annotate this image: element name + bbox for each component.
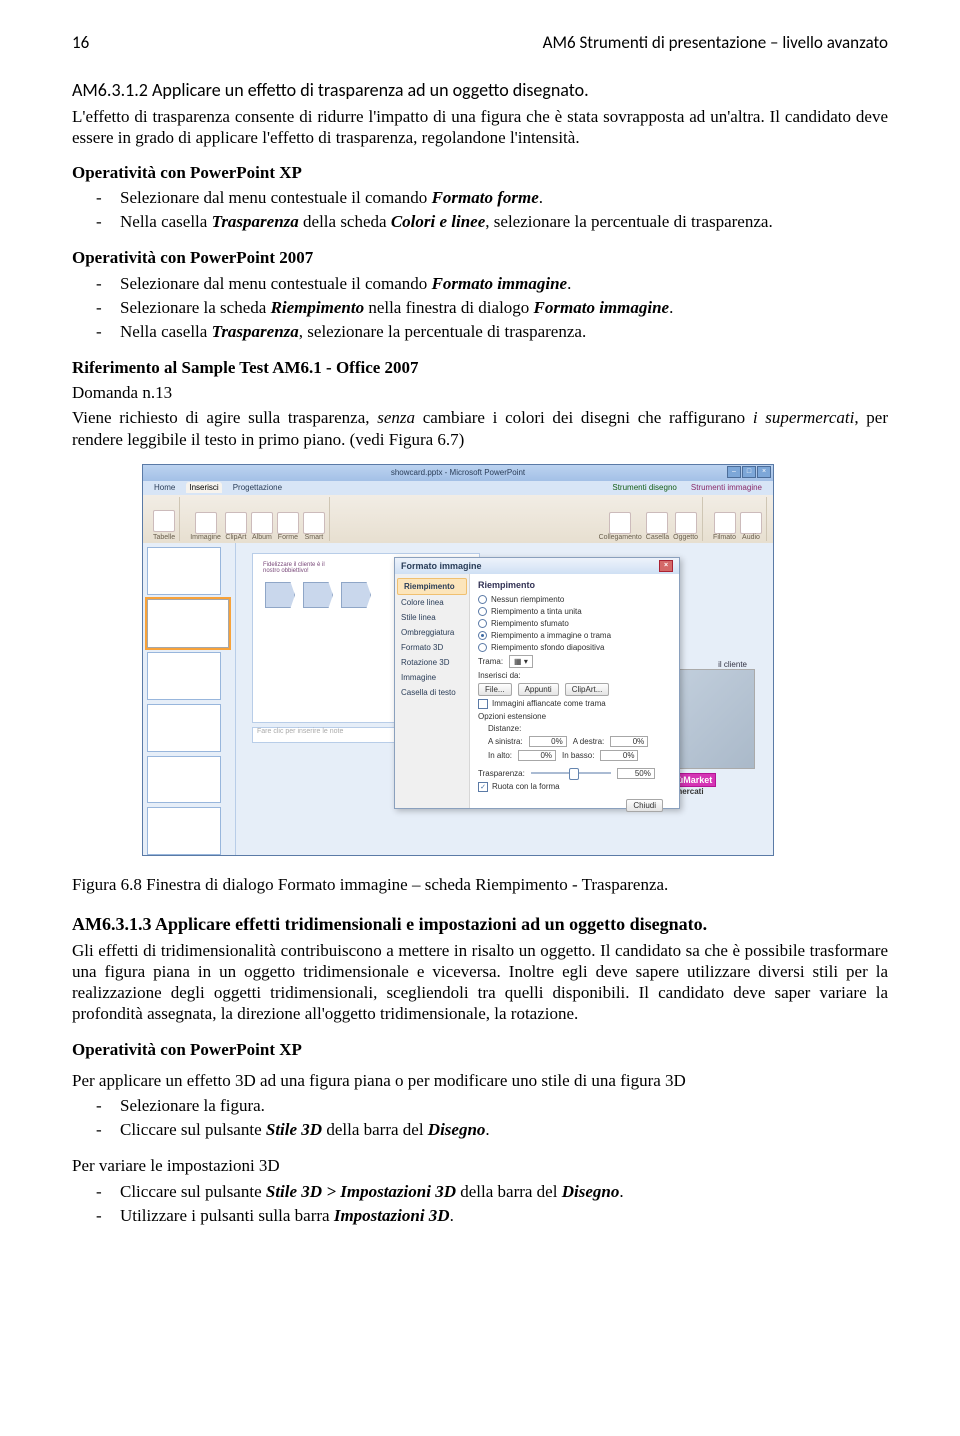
list-item: Utilizzare i pulsanti sulla barra Impost… [120, 1205, 888, 1227]
dialog-pane: Riempimento Nessun riempimento Riempimen… [470, 574, 679, 808]
close-button[interactable]: Chiudi [626, 799, 663, 812]
textbox-icon[interactable] [646, 512, 668, 534]
list-item: Nella casella Trasparenza, selezionare l… [120, 321, 888, 343]
transparency-value[interactable]: 50% [617, 768, 655, 779]
figure-caption: Figura 6.8 Finestra di dialogo Formato i… [72, 874, 888, 895]
maximize-icon[interactable]: □ [742, 466, 756, 478]
left-offset[interactable]: 0% [529, 736, 567, 747]
tab-home[interactable]: Home [151, 482, 178, 493]
audio-icon[interactable] [740, 512, 762, 534]
album-icon[interactable] [251, 512, 273, 534]
top-offset[interactable]: 0% [518, 750, 556, 761]
section-heading-1: AM6.3.1.2 Applicare un effetto di traspa… [72, 79, 888, 102]
nav-immagine[interactable]: Immagine [395, 670, 469, 685]
dialog-nav: Riempimento Colore linea Stile linea Omb… [395, 574, 470, 808]
movie-icon[interactable] [714, 512, 736, 534]
radio-solid[interactable]: Riempimento a tinta unita [478, 607, 671, 616]
list-item: Selezionare dal menu contestuale il coma… [120, 187, 888, 209]
slide-thumb[interactable] [147, 704, 221, 752]
radio-gradient[interactable]: Riempimento sfumato [478, 619, 671, 628]
dialog-close-icon[interactable]: × [659, 560, 673, 572]
list-item: Nella casella Trasparenza della scheda C… [120, 211, 888, 233]
ctx-tab-draw[interactable]: Strumenti disegno [609, 482, 679, 493]
nav-colore-linea[interactable]: Colore linea [395, 595, 469, 610]
tab-inserisci[interactable]: Inserisci [186, 482, 221, 493]
nav-rotazione-3d[interactable]: Rotazione 3D [395, 655, 469, 670]
minimize-icon[interactable]: – [727, 466, 741, 478]
file-button[interactable]: File... [478, 683, 512, 696]
pentagon-shape[interactable] [341, 582, 371, 608]
right-offset[interactable]: 0% [610, 736, 648, 747]
list-item: Selezionare la figura. [120, 1095, 888, 1117]
slide-thumb[interactable] [147, 756, 221, 804]
object-icon[interactable] [675, 512, 697, 534]
nav-casella-testo[interactable]: Casella di testo [395, 685, 469, 700]
list-item: Cliccare sul pulsante Stile 3D > Imposta… [120, 1181, 888, 1203]
clipboard-button[interactable]: Appunti [518, 683, 559, 696]
radio-picture[interactable]: Riempimento a immagine o trama [478, 631, 671, 640]
shapes-icon[interactable] [277, 512, 299, 534]
pentagon-shape[interactable] [303, 582, 333, 608]
section-intro-2: Gli effetti di tridimensionalità contrib… [72, 940, 888, 1025]
slide-thumbnails[interactable] [143, 543, 236, 856]
pentagon-shape[interactable] [265, 582, 295, 608]
pane-heading: Riempimento [478, 580, 671, 590]
dialog-titlebar: Formato immagine × [395, 558, 679, 574]
sample-ref-head: Riferimento al Sample Test AM6.1 - Offic… [72, 357, 888, 378]
slide-thumb[interactable] [147, 807, 221, 855]
section-intro-1: L'effetto di trasparenza consente di rid… [72, 106, 888, 149]
nav-stile-linea[interactable]: Stile linea [395, 610, 469, 625]
nav-formato-3d[interactable]: Formato 3D [395, 640, 469, 655]
clipart-icon[interactable] [225, 512, 247, 534]
powerpoint-window: showcard.pptx - Microsoft PowerPoint – □… [142, 464, 774, 856]
tile-checkbox[interactable]: Immagini affiancate come trama [478, 699, 671, 709]
xp2-heading: Operatività con PowerPoint XP [72, 1039, 888, 1060]
tab-progettazione[interactable]: Progettazione [230, 482, 285, 493]
ctx-tab-image[interactable]: Strumenti immagine [688, 482, 765, 493]
xp3-lead: Per variare le impostazioni 3D [72, 1155, 888, 1176]
image-icon[interactable] [195, 512, 217, 534]
window-titlebar: showcard.pptx - Microsoft PowerPoint – □… [143, 465, 773, 481]
ribbon-tabs[interactable]: Home Inserisci Progettazione Strumenti d… [143, 481, 773, 495]
p07-heading: Operatività con PowerPoint 2007 [72, 247, 888, 268]
nav-riempimento[interactable]: Riempimento [397, 578, 467, 595]
slide-thumb[interactable] [147, 652, 221, 700]
clipart-button[interactable]: ClipArt... [565, 683, 610, 696]
smartart-icon[interactable] [303, 512, 325, 534]
xp-heading: Operatività con PowerPoint XP [72, 162, 888, 183]
transparency-slider[interactable] [531, 768, 611, 778]
nav-ombreggiatura[interactable]: Ombreggiatura [395, 625, 469, 640]
slide-stage: Fidelizzare il cliente è ilnostro obbiet… [236, 543, 773, 856]
xp2-lead: Per applicare un effetto 3D ad una figur… [72, 1070, 888, 1091]
table-icon[interactable] [153, 510, 175, 532]
ribbon: Tabelle Immagine ClipArt Album Forme Sma… [143, 495, 773, 543]
list-item: Cliccare sul pulsante Stile 3D della bar… [120, 1119, 888, 1141]
slide-thumb[interactable] [147, 547, 221, 595]
section-heading-2: AM6.3.1.3 Applicare effetti tridimension… [72, 913, 888, 936]
doc-title: AM6 Strumenti di presentazione – livello… [543, 32, 888, 53]
list-item: Selezionare la scheda Riempimento nella … [120, 297, 888, 319]
sample-ref-body: Viene richiesto di agire sulla trasparen… [72, 407, 888, 450]
rotate-checkbox[interactable]: ✓Ruota con la forma [478, 782, 671, 792]
slide-title: Fidelizzare il cliente è ilnostro obbiet… [263, 562, 325, 574]
format-picture-dialog: Formato immagine × Riempimento Colore li… [394, 557, 680, 809]
texture-picker[interactable]: ▦ ▾ [509, 655, 533, 668]
radio-none[interactable]: Nessun riempimento [478, 595, 671, 604]
list-item: Selezionare dal menu contestuale il coma… [120, 273, 888, 295]
link-icon[interactable] [609, 512, 631, 534]
close-icon[interactable]: × [757, 466, 771, 478]
page-number: 16 [72, 32, 89, 53]
slide-thumb[interactable] [147, 599, 229, 649]
radio-slide-bg[interactable]: Riempimento sfondo diapositiva [478, 643, 671, 652]
sample-ref-question: Domanda n.13 [72, 382, 888, 403]
bottom-offset[interactable]: 0% [600, 750, 638, 761]
